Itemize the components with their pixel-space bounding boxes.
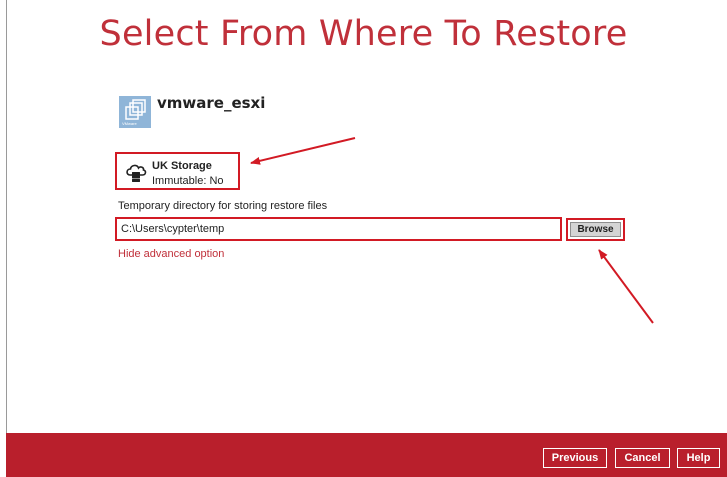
- previous-button[interactable]: Previous: [543, 448, 607, 468]
- arrow-to-browse: [598, 249, 654, 324]
- annotation-arrows: [250, 137, 654, 324]
- cancel-button[interactable]: Cancel: [615, 448, 670, 468]
- help-button[interactable]: Help: [677, 448, 720, 468]
- arrow-to-storage: [250, 137, 356, 165]
